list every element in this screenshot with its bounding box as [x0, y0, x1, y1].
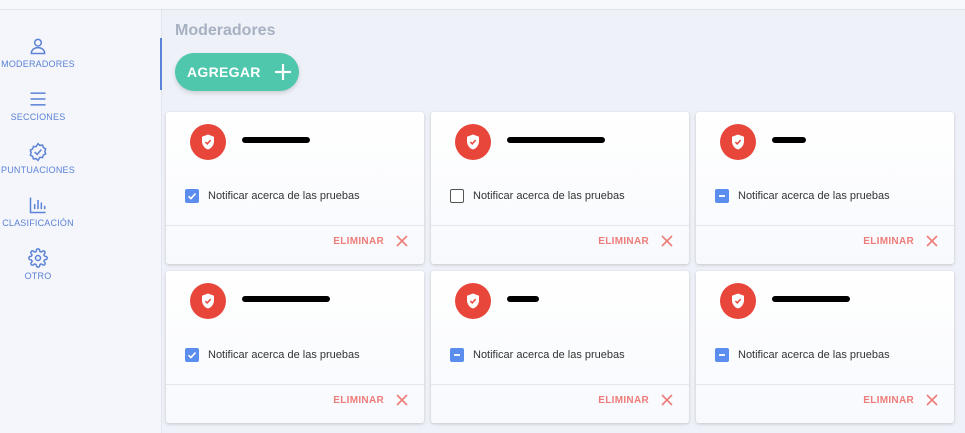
moderator-card: Notificar acerca de las pruebas ELIMINAR	[696, 112, 954, 264]
delete-button[interactable]: ELIMINAR	[333, 394, 408, 406]
delete-button[interactable]: ELIMINAR	[863, 235, 938, 247]
sidebar-item-otro[interactable]: OTRO	[0, 248, 76, 298]
moderator-card: Notificar acerca de las pruebas ELIMINAR	[431, 112, 689, 264]
notify-checkbox-row[interactable]: Notificar acerca de las pruebas	[185, 348, 360, 362]
notify-label: Notificar acerca de las pruebas	[208, 349, 360, 361]
moderator-avatar	[720, 283, 756, 319]
close-icon	[926, 235, 938, 247]
delete-label: ELIMINAR	[333, 394, 384, 406]
notify-checkbox[interactable]	[185, 348, 199, 362]
close-icon	[661, 394, 673, 406]
moderator-name-redacted	[507, 296, 539, 302]
notify-label: Notificar acerca de las pruebas	[473, 190, 625, 202]
page-title: Moderadores	[175, 22, 276, 39]
delete-button[interactable]: ELIMINAR	[863, 394, 938, 406]
notify-checkbox[interactable]	[715, 189, 729, 203]
add-button-label: AGREGAR	[187, 64, 261, 80]
bar-chart-icon	[29, 197, 46, 214]
moderator-name-redacted	[242, 137, 310, 143]
card-divider	[696, 384, 954, 385]
card-divider	[166, 384, 424, 385]
moderator-avatar	[455, 124, 491, 160]
shield-check-icon	[467, 293, 479, 309]
notify-checkbox[interactable]	[450, 189, 464, 203]
sidebar-item-puntuaciones[interactable]: PUNTUACIONES	[0, 142, 76, 192]
shield-check-icon	[202, 293, 214, 309]
sidebar-item-clasificacion[interactable]: CLASIFICACIÓN	[0, 195, 76, 245]
sidebar-item-label: SECCIONES	[10, 112, 66, 122]
sidebar-item-secciones[interactable]: SECCIONES	[0, 89, 76, 139]
delete-button[interactable]: ELIMINAR	[333, 235, 408, 247]
minus-icon	[719, 354, 725, 356]
notify-checkbox[interactable]	[450, 348, 464, 362]
delete-label: ELIMINAR	[598, 394, 649, 406]
card-divider	[696, 225, 954, 226]
sidebar-item-moderadores[interactable]: MODERADORES	[0, 36, 76, 86]
notify-label: Notificar acerca de las pruebas	[738, 190, 890, 202]
top-bar	[0, 0, 965, 10]
sidebar-item-label: MODERADORES	[1, 59, 75, 69]
delete-button[interactable]: ELIMINAR	[598, 394, 673, 406]
plus-icon	[274, 64, 291, 80]
delete-label: ELIMINAR	[863, 235, 914, 247]
check-badge-icon	[29, 142, 47, 162]
main-content: Moderadores AGREGAR Notificar acerca de …	[163, 10, 965, 433]
notify-checkbox[interactable]	[185, 189, 199, 203]
notify-checkbox-row[interactable]: Notificar acerca de las pruebas	[715, 189, 890, 203]
shield-check-icon	[732, 134, 744, 150]
notify-checkbox-row[interactable]: Notificar acerca de las pruebas	[185, 189, 360, 203]
close-icon	[661, 235, 673, 247]
gear-icon	[28, 248, 48, 268]
notify-checkbox-row[interactable]: Notificar acerca de las pruebas	[715, 348, 890, 362]
card-divider	[431, 225, 689, 226]
notify-label: Notificar acerca de las pruebas	[208, 190, 360, 202]
check-icon	[187, 193, 197, 200]
sidebar-item-label: CLASIFICACIÓN	[2, 218, 74, 228]
sidebar-item-label: PUNTUACIONES	[1, 165, 75, 175]
close-icon	[926, 394, 938, 406]
notify-checkbox[interactable]	[715, 348, 729, 362]
moderator-avatar	[720, 124, 756, 160]
notify-checkbox-row[interactable]: Notificar acerca de las pruebas	[450, 189, 625, 203]
moderator-avatar	[190, 124, 226, 160]
shield-check-icon	[467, 134, 479, 150]
moderator-name-redacted	[772, 137, 806, 143]
delete-button[interactable]: ELIMINAR	[598, 235, 673, 247]
card-divider	[166, 225, 424, 226]
moderator-card: Notificar acerca de las pruebas ELIMINAR	[696, 271, 954, 423]
notify-label: Notificar acerca de las pruebas	[473, 349, 625, 361]
moderator-name-redacted	[507, 137, 605, 143]
moderator-name-redacted	[772, 296, 850, 302]
add-moderator-button[interactable]: AGREGAR	[175, 53, 299, 91]
active-indicator	[160, 38, 162, 90]
minus-icon	[719, 195, 725, 197]
close-icon	[396, 235, 408, 247]
minus-icon	[454, 354, 460, 356]
shield-check-icon	[202, 134, 214, 150]
close-icon	[396, 394, 408, 406]
shield-check-icon	[732, 293, 744, 309]
menu-lines-icon	[30, 92, 46, 106]
delete-label: ELIMINAR	[333, 235, 384, 247]
moderator-avatar	[190, 283, 226, 319]
card-divider	[431, 384, 689, 385]
sidebar-item-label: OTRO	[24, 271, 52, 281]
moderator-card: Notificar acerca de las pruebas ELIMINAR	[166, 271, 424, 423]
delete-label: ELIMINAR	[598, 235, 649, 247]
sidebar: MODERADORES SECCIONES PUNTUACIONES CLASI…	[0, 10, 162, 433]
delete-label: ELIMINAR	[863, 394, 914, 406]
person-icon	[30, 38, 46, 55]
notify-checkbox-row[interactable]: Notificar acerca de las pruebas	[450, 348, 625, 362]
check-icon	[187, 352, 197, 359]
notify-label: Notificar acerca de las pruebas	[738, 349, 890, 361]
moderator-name-redacted	[242, 296, 330, 302]
moderator-card: Notificar acerca de las pruebas ELIMINAR	[166, 112, 424, 264]
moderator-card: Notificar acerca de las pruebas ELIMINAR	[431, 271, 689, 423]
moderator-avatar	[455, 283, 491, 319]
